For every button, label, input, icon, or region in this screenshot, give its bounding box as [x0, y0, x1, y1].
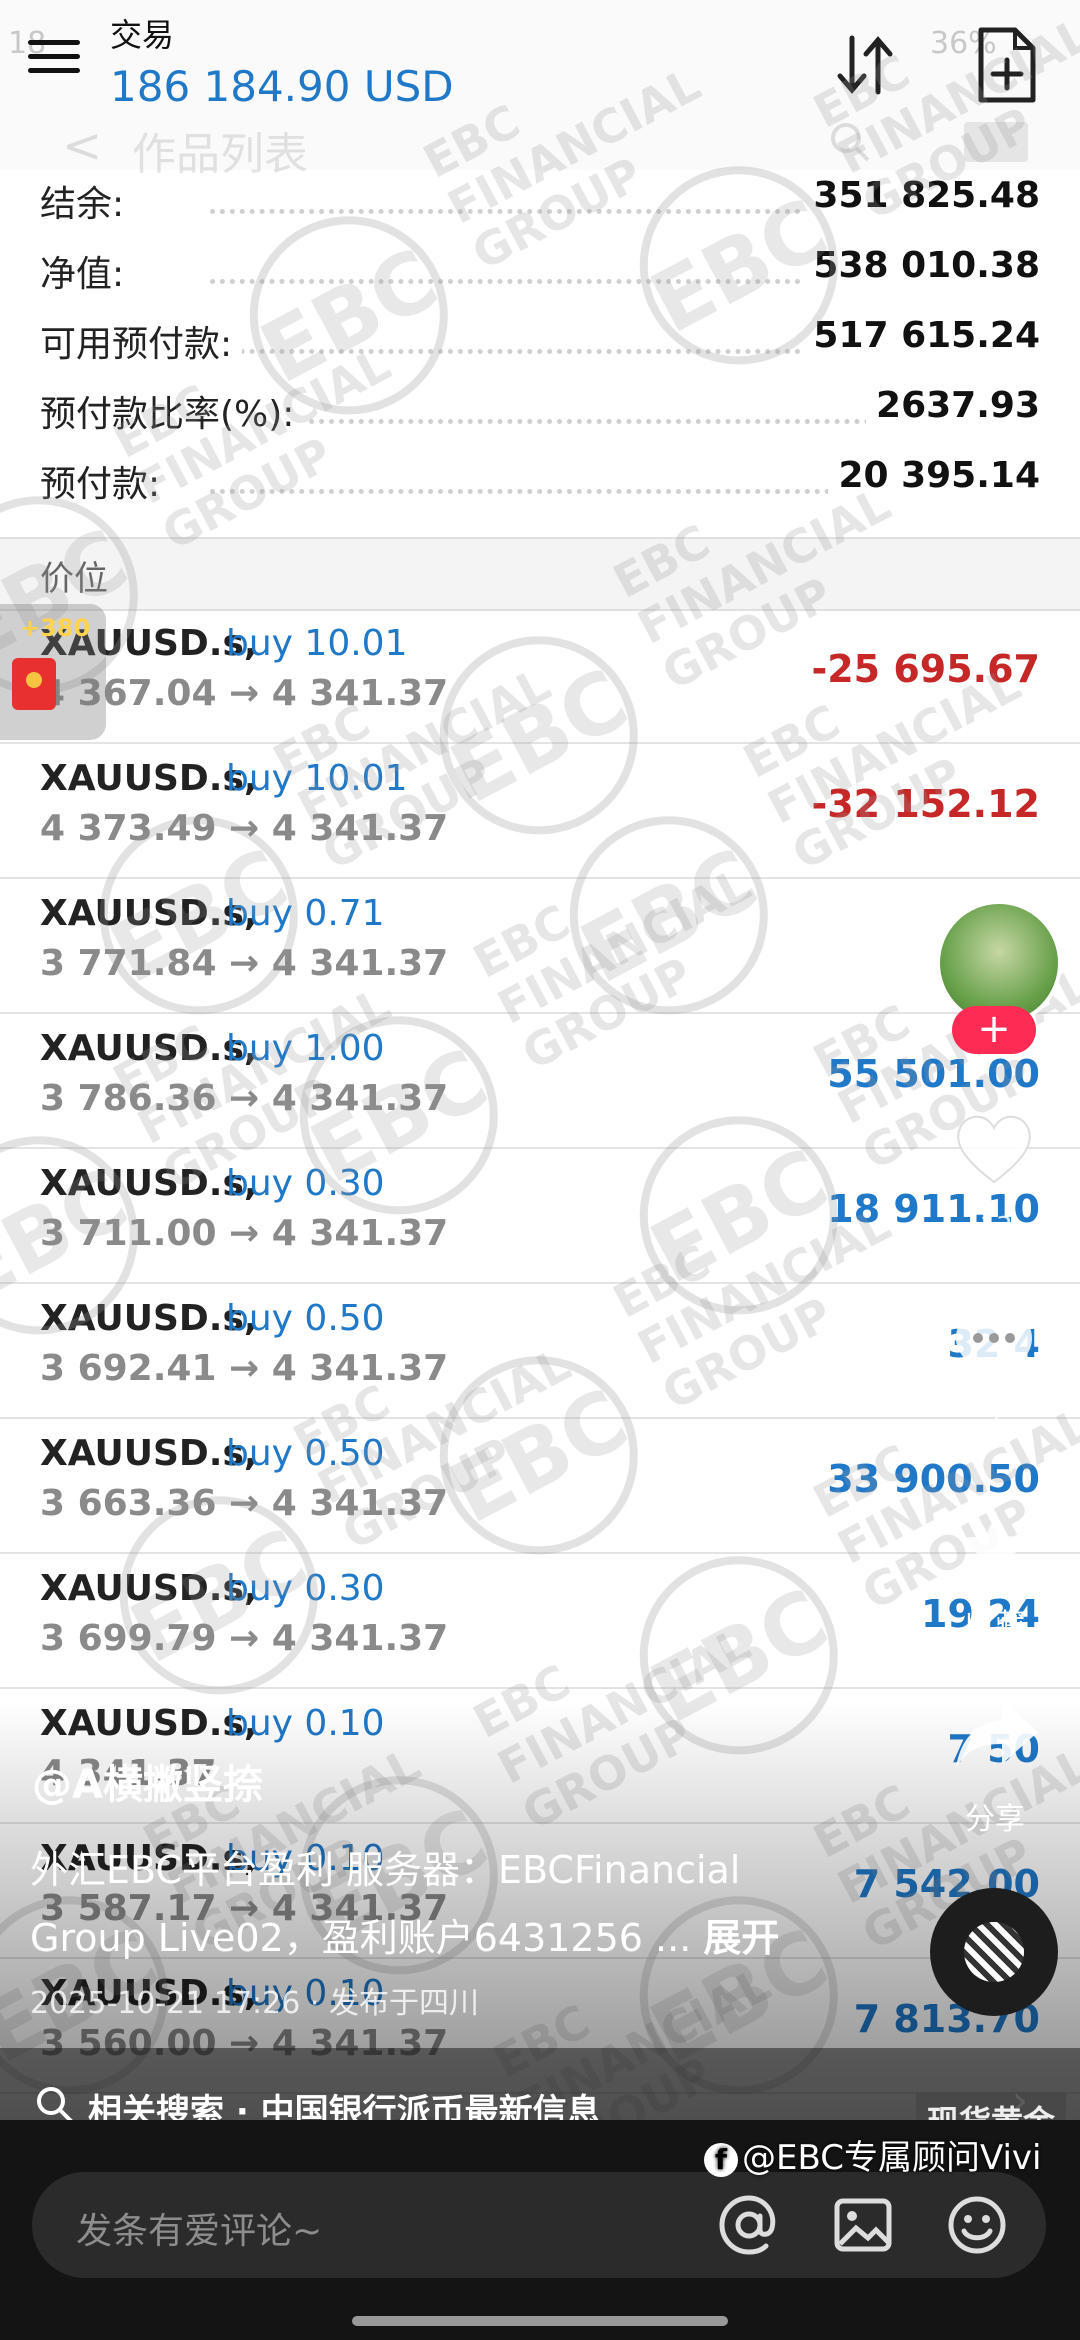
- position-prices: 3 699.79 → 4 341.37: [40, 1618, 449, 1659]
- new-order-icon[interactable]: [975, 26, 1037, 104]
- search-icon: [831, 123, 870, 162]
- position-symbol: XAUUSD.s,: [40, 1028, 258, 1069]
- emoji-icon[interactable]: [946, 2194, 1008, 2256]
- section-title: 价位: [40, 559, 108, 599]
- position-symbol: XAUUSD.s,: [40, 1163, 258, 1204]
- creator-credit: f @EBC专属顾问Vivi: [704, 2130, 1041, 2179]
- red-packet-widget[interactable]: +380: [0, 604, 106, 740]
- summary-value: 2637.93: [866, 385, 1040, 426]
- position-side: buy 0.50: [226, 1433, 385, 1474]
- position-side: buy 0.50: [226, 1298, 385, 1339]
- caption-line-1: 外汇EBC平台盈利 服务器：EBCFinancial: [30, 1848, 741, 1892]
- position-prices: 3 663.36 → 4 341.37: [40, 1483, 449, 1524]
- summary-row: 预付款比率(%): 2637.93: [40, 385, 1040, 455]
- back-icon: <: [62, 118, 103, 174]
- red-packet-icon: [12, 658, 56, 710]
- credit-text: @EBC专属顾问Vivi: [742, 2138, 1042, 2178]
- music-disc-icon[interactable]: [930, 1888, 1058, 2016]
- follow-button[interactable]: +: [952, 1006, 1036, 1054]
- sort-icon[interactable]: [830, 30, 900, 100]
- position-symbol: XAUUSD.s,: [40, 893, 258, 934]
- position-row[interactable]: XAUUSD.s, buy 10.01 4 367.04 → 4 341.37 -25…: [0, 607, 1080, 744]
- position-prices: 4 373.49 → 4 341.37: [40, 808, 449, 849]
- caption-line-2: Group Live02，盈利账户6431256 ... 展开: [30, 1904, 830, 1972]
- position-profit: -25 695.67: [811, 647, 1040, 691]
- position-row[interactable]: XAUUSD.s, buy 0.30 3 699.79 → 4 341.37 19 2…: [0, 1552, 1080, 1689]
- section-header-positions: 价位: [0, 537, 1080, 611]
- home-indicator[interactable]: [352, 2316, 728, 2326]
- like-count: 13: [979, 1212, 1013, 1242]
- dotted-leader: [210, 279, 870, 284]
- favorite-label: 收藏: [965, 1608, 1025, 1643]
- position-row[interactable]: XAUUSD.s,buy 0.503 692.41 → 4 341.3732 4: [0, 1282, 1080, 1419]
- position-side: buy 0.30: [226, 1568, 385, 1609]
- dotted-leader: [210, 489, 870, 494]
- summary-row: 可用预付款: 517 615.24: [40, 315, 1040, 385]
- platform-logo-icon: f: [704, 2142, 738, 2177]
- summary-row: 预付款: 20 395.14: [40, 455, 1040, 525]
- position-side: buy 0.71: [226, 893, 385, 934]
- page-title: 交易: [110, 16, 175, 54]
- position-side: buy 0.30: [226, 1163, 385, 1204]
- mention-at-icon[interactable]: [718, 2194, 780, 2256]
- summary-label: 净值:: [40, 245, 135, 297]
- position-profit: 55 501.00: [827, 1052, 1040, 1096]
- position-prices: 3 786.36 → 4 341.37: [40, 1078, 449, 1119]
- search-icon: [37, 2087, 73, 2123]
- summary-row: 结余: 351 825.48: [40, 175, 1040, 245]
- share-arrow-icon[interactable]: [952, 1694, 1042, 1774]
- position-prices: 3 771.84 → 4 341.37: [40, 943, 449, 984]
- summary-label: 可用预付款:: [40, 315, 243, 367]
- summary-value: 351 825.48: [803, 175, 1040, 216]
- app-header: 18 36% 交易 186 184.90 USD < 作品列表: [0, 0, 1080, 180]
- underlying-nav-ghost: < 作品列表: [0, 112, 1080, 180]
- comment-input[interactable]: 发条有爱评论~: [32, 2172, 1046, 2278]
- share-label: 分享: [965, 1802, 1025, 1837]
- position-side: buy 10.01: [226, 758, 408, 799]
- summary-row: 净值: 538 010.38: [40, 245, 1040, 315]
- summary-value: 20 395.14: [828, 455, 1040, 496]
- position-prices: 3 692.41 → 4 341.37: [40, 1348, 449, 1389]
- comment-icon[interactable]: [952, 1300, 1036, 1384]
- summary-label: 结余:: [40, 175, 135, 227]
- ghost-title: 作品列表: [132, 129, 308, 180]
- summary-label: 预付款比率(%):: [40, 385, 305, 437]
- position-side: buy 1.00: [226, 1028, 385, 1069]
- favorite-star-icon[interactable]: [956, 1508, 1036, 1584]
- position-row[interactable]: XAUUSD.s, buy 0.50 3 663.36 → 4 341.37 33 9…: [0, 1417, 1080, 1554]
- position-symbol: XAUUSD.s,: [40, 1298, 258, 1339]
- position-symbol: XAUUSD.s,: [40, 1568, 258, 1609]
- dotted-leader: [210, 349, 870, 354]
- video-caption: 外汇EBC平台盈利 服务器：EBCFinancial Group Live02，…: [30, 1836, 830, 1972]
- comment-placeholder: 发条有爱评论~: [76, 2211, 323, 2252]
- summary-value: 517 615.24: [803, 315, 1040, 356]
- menu-icon[interactable]: [28, 40, 80, 78]
- like-heart-icon[interactable]: [952, 1108, 1036, 1188]
- position-row[interactable]: XAUUSD.s, buy 0.30 3 711.00 → 4 341.37 18 9…: [0, 1147, 1080, 1284]
- position-profit: -32 152.12: [811, 782, 1040, 826]
- position-row[interactable]: XAUUSD.s, buy 1.00 3 786.36 → 4 341.37 55 5…: [0, 1012, 1080, 1149]
- position-profit: 33 900.50: [827, 1457, 1040, 1501]
- position-row[interactable]: XAUUSD.s, buy 10.01 4 373.49 → 4 341.37 -32…: [0, 742, 1080, 879]
- comment-count: 1: [987, 1402, 1005, 1432]
- dotted-leader: [210, 209, 870, 214]
- summary-value: 538 010.38: [803, 245, 1040, 286]
- caption-expand-link[interactable]: 展开: [703, 1916, 779, 1960]
- ghost-button: [964, 122, 1028, 162]
- balance-summary: 186 184.90 USD: [110, 62, 454, 111]
- image-icon[interactable]: [832, 2194, 894, 2256]
- position-symbol: XAUUSD.s,: [40, 758, 258, 799]
- summary-label: 预付款:: [40, 455, 171, 507]
- author-handle[interactable]: @A横撇竖捺: [32, 1752, 263, 1810]
- post-meta: 2025-10-21 17:26 · 发布于四川: [30, 1986, 479, 2021]
- position-side: buy 10.01: [226, 623, 408, 664]
- red-packet-count: +380: [20, 614, 91, 642]
- dotted-leader: [210, 419, 870, 424]
- position-row[interactable]: XAUUSD.s,buy 0.713 771.84 → 4 341.3740: [0, 877, 1080, 1014]
- position-prices: 3 711.00 → 4 341.37: [40, 1213, 449, 1254]
- position-symbol: XAUUSD.s,: [40, 1433, 258, 1474]
- caption-line-2-text: Group Live02，盈利账户6431256 ...: [30, 1916, 692, 1960]
